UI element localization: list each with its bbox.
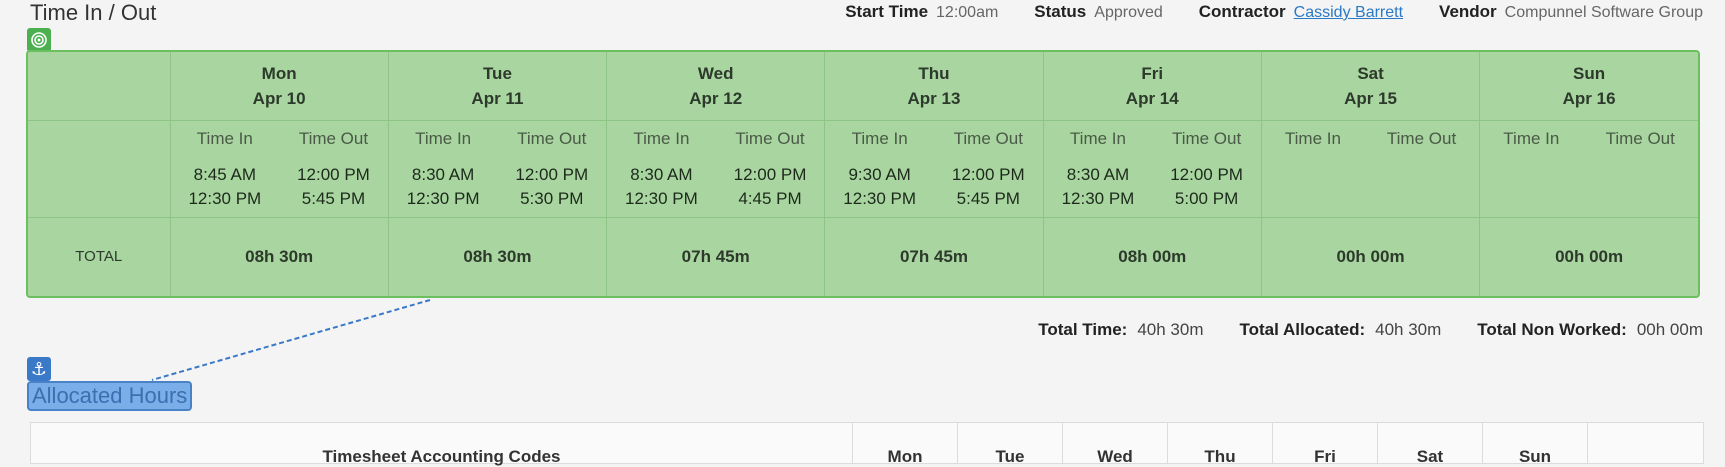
- column-header-accounting-codes: Timesheet Accounting Codes: [31, 423, 853, 466]
- allocated-hours-table: Timesheet Accounting Codes Mon Tue Wed T…: [30, 422, 1704, 466]
- column-header-sat: Sat: [1378, 423, 1483, 466]
- column-header-tue: Tue: [958, 423, 1063, 466]
- anchor-icon[interactable]: ⚓: [27, 357, 51, 381]
- allocated-hours-title[interactable]: Allocated Hours: [27, 381, 193, 411]
- column-header-fri: Fri: [1273, 423, 1378, 466]
- column-header-wed: Wed: [1063, 423, 1168, 466]
- column-header-thu: Thu: [1168, 423, 1273, 466]
- anchor-connector-line: [151, 299, 431, 381]
- column-header-mon: Mon: [853, 423, 958, 466]
- column-header-sun: Sun: [1483, 423, 1588, 466]
